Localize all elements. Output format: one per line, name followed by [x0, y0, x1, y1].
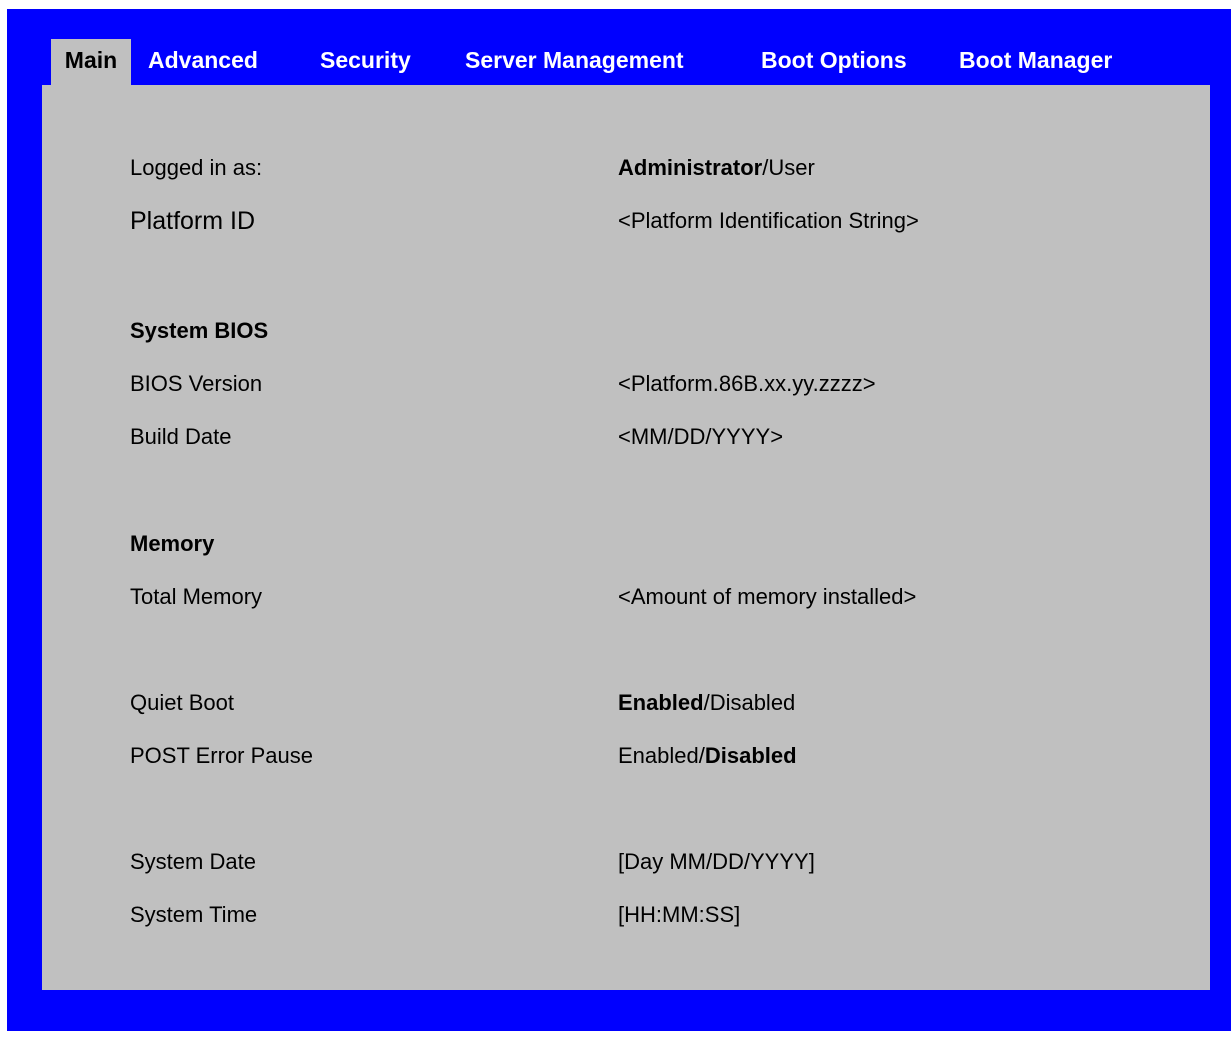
tab-bar: Main Advanced Security Server Management… [7, 39, 1231, 85]
tab-server-management[interactable]: Server Management [465, 39, 684, 85]
platform-id-value: <Platform Identification String> [618, 208, 919, 233]
post-error-pause-value-selected: Disabled [704, 743, 797, 768]
logged-in-row: Logged in as: Administrator/User [130, 151, 1210, 185]
tab-advanced[interactable]: Advanced [148, 39, 258, 85]
tab-boot-options[interactable]: Boot Options [761, 39, 907, 85]
platform-id-label: Platform ID [130, 207, 256, 235]
system-time-row[interactable]: System Time [HH:MM:SS] [130, 898, 1210, 932]
quiet-boot-value[interactable]: Enabled/Disabled [618, 686, 795, 720]
system-bios-header: System BIOS [130, 318, 269, 343]
system-time-label: System Time [130, 902, 258, 927]
tab-security[interactable]: Security [320, 39, 411, 85]
memory-section: Memory [130, 527, 1210, 561]
bios-setup-window: Main Advanced Security Server Management… [7, 9, 1231, 1031]
bios-version-value: <Platform.86B.xx.yy.zzzz> [618, 371, 876, 396]
system-date-label: System Date [130, 849, 256, 874]
post-error-pause-value[interactable]: Enabled/Disabled [618, 739, 797, 773]
logged-in-value-selected: Administrator [618, 155, 763, 180]
memory-header: Memory [130, 531, 215, 556]
tab-main[interactable]: Main [51, 39, 131, 85]
total-memory-row: Total Memory <Amount of memory installed… [130, 580, 1210, 614]
total-memory-label: Total Memory [130, 584, 263, 609]
platform-id-row: Platform ID <Platform Identification Str… [130, 204, 1210, 238]
system-date-value[interactable]: [Day MM/DD/YYYY] [618, 845, 815, 879]
post-error-pause-row[interactable]: POST Error Pause Enabled/Disabled [130, 739, 1210, 773]
quiet-boot-value-other: /Disabled [703, 690, 796, 715]
logged-in-value: Administrator/User [618, 151, 815, 185]
post-error-pause-label: POST Error Pause [130, 743, 313, 768]
quiet-boot-label: Quiet Boot [130, 690, 234, 715]
quiet-boot-row[interactable]: Quiet Boot Enabled/Disabled [130, 686, 1210, 720]
build-date-label: Build Date [130, 424, 232, 449]
tab-boot-manager[interactable]: Boot Manager [959, 39, 1112, 85]
bios-version-row: BIOS Version <Platform.86B.xx.yy.zzzz> [130, 367, 1210, 401]
bios-version-label: BIOS Version [130, 371, 263, 396]
total-memory-value: <Amount of memory installed> [618, 584, 917, 609]
main-panel: Logged in as: Administrator/User Platfor… [42, 85, 1210, 990]
system-time-value[interactable]: [HH:MM:SS] [618, 898, 740, 932]
logged-in-label: Logged in as: [130, 155, 263, 180]
system-date-row[interactable]: System Date [Day MM/DD/YYYY] [130, 845, 1210, 879]
build-date-value: <MM/DD/YYYY> [618, 424, 784, 449]
build-date-row: Build Date <MM/DD/YYYY> [130, 420, 1210, 454]
logged-in-value-other: /User [762, 155, 815, 180]
post-error-pause-value-other: Enabled/ [618, 743, 705, 768]
quiet-boot-value-selected: Enabled [618, 690, 704, 715]
system-bios-section: System BIOS [130, 314, 1210, 348]
